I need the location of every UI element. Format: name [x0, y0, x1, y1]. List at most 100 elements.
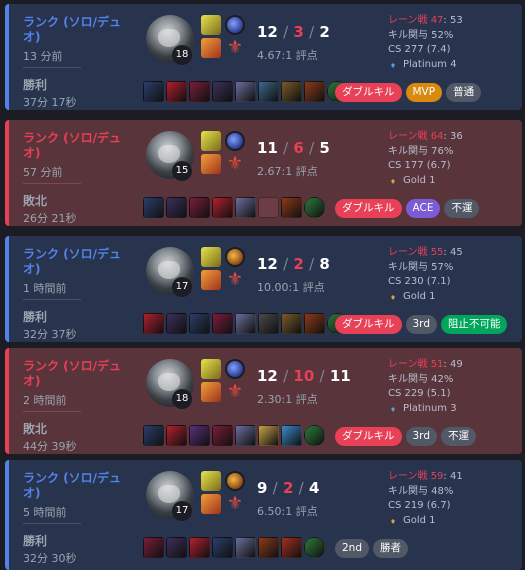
summoner-spell-flash-icon[interactable]: [201, 131, 221, 151]
assists: 5: [319, 139, 330, 157]
cs-count: CS 230 (7.1): [388, 276, 451, 287]
item-slot-icon[interactable]: [143, 313, 164, 334]
secondary-rune-icon[interactable]: ⚜: [225, 494, 245, 514]
item-slot-icon[interactable]: [212, 197, 233, 218]
badge: ダブルキル: [335, 427, 402, 446]
item-slot-icon[interactable]: [166, 197, 187, 218]
summoner-spell-flash-icon[interactable]: [201, 15, 221, 35]
item-slot-icon[interactable]: [258, 81, 279, 102]
primary-rune-icon[interactable]: [225, 15, 245, 35]
ward-item-icon[interactable]: [304, 537, 325, 558]
secondary-rune-icon[interactable]: ⚜: [225, 38, 245, 58]
item-slot-icon[interactable]: [212, 537, 233, 558]
item-slot-icon[interactable]: [281, 425, 302, 446]
item-slot-icon[interactable]: [189, 425, 210, 446]
item-slot-icon[interactable]: [304, 313, 325, 334]
item-slot-icon[interactable]: [281, 81, 302, 102]
lane-rest: : 41: [443, 471, 463, 482]
item-slot-icon[interactable]: [281, 313, 302, 334]
item-slot-icon[interactable]: [304, 81, 325, 102]
item-slot-icon[interactable]: [166, 425, 187, 446]
kda-score: 9 / 2 / 4: [257, 479, 320, 497]
kills: 12: [257, 23, 278, 41]
summoner-spell-flash-icon[interactable]: [201, 359, 221, 379]
item-slot-icon[interactable]: [235, 425, 256, 446]
match-card[interactable]: ランク (ソロ/デュオ) 13 分前 勝利 37分 17秒 18 ⚜ 12 / …: [5, 4, 522, 110]
summoner-spell-flash-icon[interactable]: [201, 471, 221, 491]
badge: 不運: [440, 427, 476, 446]
badge: ダブルキル: [335, 83, 402, 102]
item-slot-icon[interactable]: [143, 425, 164, 446]
lane-rest: : 45: [443, 247, 463, 258]
deaths: 10: [293, 367, 315, 385]
summoner-spell-ignite-icon[interactable]: [201, 382, 221, 402]
kda-score: 12 / 3 / 2: [257, 23, 330, 41]
champion-level: 15: [172, 161, 192, 181]
badge-list: ダブルキル MVP 普通: [335, 83, 482, 102]
item-slot-icon[interactable]: [143, 81, 164, 102]
item-slot-icon[interactable]: [235, 313, 256, 334]
summoner-spell-ignite-icon[interactable]: [201, 154, 221, 174]
item-slot-icon[interactable]: [212, 313, 233, 334]
badge: 3rd: [405, 427, 437, 446]
assists: 11: [329, 367, 351, 385]
deaths: 2: [293, 255, 304, 273]
kda-score: 12 / 10 / 11: [257, 367, 351, 385]
empty-item-slot[interactable]: [258, 197, 279, 218]
ward-item-icon[interactable]: [304, 425, 325, 446]
primary-rune-icon[interactable]: [225, 247, 245, 267]
item-slot-icon[interactable]: [281, 537, 302, 558]
summoner-spell-ignite-icon[interactable]: [201, 494, 221, 514]
time-ago: 13 分前: [23, 50, 63, 63]
primary-rune-icon[interactable]: [225, 471, 245, 491]
kill-participation: キル関与 48%: [388, 485, 454, 497]
queue-type: ランク (ソロ/デュオ): [23, 359, 122, 388]
item-slot-icon[interactable]: [189, 81, 210, 102]
item-slot-icon[interactable]: [258, 425, 279, 446]
item-slot-icon[interactable]: [258, 537, 279, 558]
badge: ダブルキル: [335, 315, 402, 334]
primary-rune-icon[interactable]: [225, 131, 245, 151]
badge: 普通: [446, 83, 482, 102]
summoner-spell-ignite-icon[interactable]: [201, 270, 221, 290]
item-slot-icon[interactable]: [166, 537, 187, 558]
divider: [23, 67, 81, 68]
tier-label: Platinum 3: [403, 402, 457, 414]
match-duration: 32分 37秒: [23, 328, 77, 341]
time-ago: 57 分前: [23, 166, 63, 179]
item-slot-icon[interactable]: [281, 197, 302, 218]
match-card[interactable]: ランク (ソロ/デュオ) 5 時間前 勝利 32分 30秒 17 ⚜ 9 / 2…: [5, 460, 522, 570]
summoner-spell-flash-icon[interactable]: [201, 247, 221, 267]
match-stats: レーン戦 59: 41 キル関与 48% CS 219 (6.7) Gold 1: [388, 470, 463, 528]
champion-level: 17: [172, 277, 192, 297]
match-card[interactable]: ランク (ソロ/デュオ) 1 時間前 勝利 32分 37秒 17 ⚜ 12 / …: [5, 236, 522, 342]
item-slot-icon[interactable]: [166, 81, 187, 102]
item-slot-icon[interactable]: [189, 197, 210, 218]
cs-count: CS 229 (5.1): [388, 388, 451, 399]
item-slot-icon[interactable]: [258, 313, 279, 334]
item-slot-icon[interactable]: [143, 197, 164, 218]
match-card[interactable]: ランク (ソロ/デュオ) 2 時間前 敗北 44分 39秒 18 ⚜ 12 / …: [5, 348, 522, 454]
cs-count: CS 177 (6.7): [388, 160, 451, 171]
kda-ratio: 2.67:1 評点: [257, 165, 318, 178]
item-slot-icon[interactable]: [235, 197, 256, 218]
item-slot-icon[interactable]: [143, 537, 164, 558]
secondary-rune-icon[interactable]: ⚜: [225, 382, 245, 402]
item-slot-icon[interactable]: [189, 313, 210, 334]
summoner-spell-ignite-icon[interactable]: [201, 38, 221, 58]
ward-item-icon[interactable]: [304, 197, 325, 218]
item-slot-icon[interactable]: [235, 81, 256, 102]
match-card[interactable]: ランク (ソロ/デュオ) 57 分前 敗北 26分 21秒 15 ⚜ 11 / …: [5, 120, 522, 226]
item-slot-icon[interactable]: [212, 425, 233, 446]
deaths: 3: [293, 23, 304, 41]
kill-participation: キル関与 52%: [388, 29, 454, 41]
champion-level: 18: [172, 389, 192, 409]
kda-ratio: 6.50:1 評点: [257, 505, 318, 518]
item-slot-icon[interactable]: [212, 81, 233, 102]
secondary-rune-icon[interactable]: ⚜: [225, 154, 245, 174]
secondary-rune-icon[interactable]: ⚜: [225, 270, 245, 290]
item-slot-icon[interactable]: [189, 537, 210, 558]
primary-rune-icon[interactable]: [225, 359, 245, 379]
item-slot-icon[interactable]: [235, 537, 256, 558]
item-slot-icon[interactable]: [166, 313, 187, 334]
